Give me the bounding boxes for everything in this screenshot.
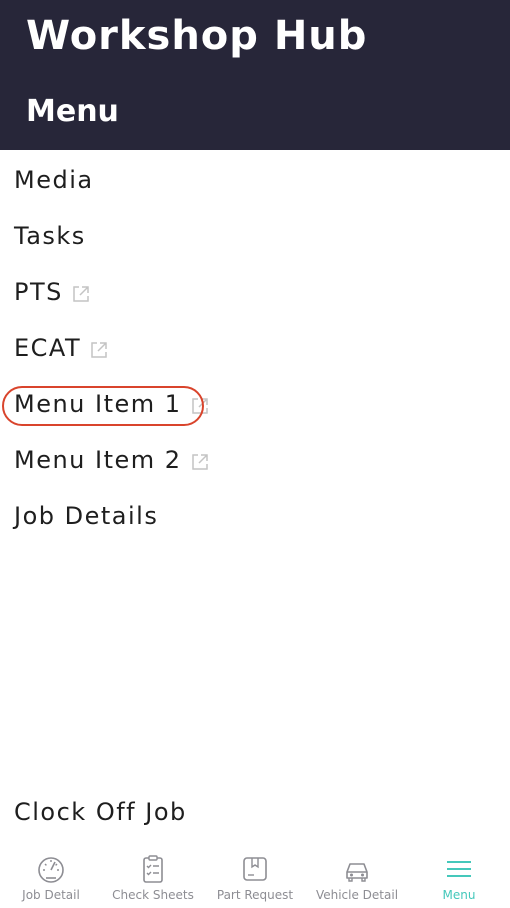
package-icon bbox=[243, 857, 267, 881]
menu-item-job-details[interactable]: Job Details bbox=[14, 494, 158, 538]
external-link-icon bbox=[73, 286, 89, 302]
external-link-icon bbox=[191, 454, 208, 470]
bottom-tab-bar: Job Detail Check Sheets Part Request Veh… bbox=[0, 848, 510, 908]
header-bar: Workshop Hub Menu bbox=[0, 0, 510, 150]
menu-item-tasks[interactable]: Tasks bbox=[14, 214, 86, 258]
menu-item-label: Menu Item 1 bbox=[14, 390, 182, 418]
tab-label: Vehicle Detail bbox=[315, 888, 399, 902]
tab-label: Check Sheets bbox=[112, 888, 194, 902]
menu-item-media[interactable]: Media bbox=[14, 158, 94, 202]
menu-item-1[interactable]: Menu Item 1 bbox=[14, 382, 210, 426]
tab-label: Part Request bbox=[216, 888, 294, 902]
tab-label: Job Detail bbox=[22, 888, 80, 902]
tab-part-request[interactable]: Part Request bbox=[204, 848, 306, 908]
clock-off-job-button[interactable]: Clock Off Job bbox=[14, 790, 187, 834]
app-title: Workshop Hub bbox=[26, 13, 368, 59]
tab-check-sheets[interactable]: Check Sheets bbox=[102, 848, 204, 908]
tab-label: Menu bbox=[442, 888, 476, 902]
page-title: Menu bbox=[26, 94, 119, 129]
tab-vehicle-detail[interactable]: Vehicle Detail bbox=[306, 848, 408, 908]
external-link-icon bbox=[91, 342, 107, 358]
menu-item-label: Media bbox=[14, 166, 94, 194]
speedometer-icon bbox=[38, 857, 64, 883]
menu-item-label: Job Details bbox=[14, 502, 159, 530]
hamburger-icon bbox=[447, 861, 471, 877]
tab-menu[interactable]: Menu bbox=[408, 848, 510, 908]
external-link-icon bbox=[191, 398, 208, 414]
menu-item-ecat[interactable]: ECAT bbox=[14, 326, 109, 370]
app-screen: Workshop Hub Menu Media Tasks PTS ECAT M… bbox=[0, 0, 510, 908]
car-icon bbox=[346, 863, 368, 882]
clock-off-label: Clock Off Job bbox=[14, 798, 187, 826]
menu-item-label: ECAT bbox=[14, 334, 82, 362]
menu-item-label: PTS bbox=[14, 278, 63, 306]
menu-item-label: Menu Item 2 bbox=[14, 446, 182, 474]
tab-job-detail[interactable]: Job Detail bbox=[0, 848, 102, 908]
menu-item-label: Tasks bbox=[14, 222, 86, 250]
menu-item-pts[interactable]: PTS bbox=[14, 270, 91, 314]
checklist-icon bbox=[143, 855, 163, 883]
menu-item-2[interactable]: Menu Item 2 bbox=[14, 438, 210, 482]
